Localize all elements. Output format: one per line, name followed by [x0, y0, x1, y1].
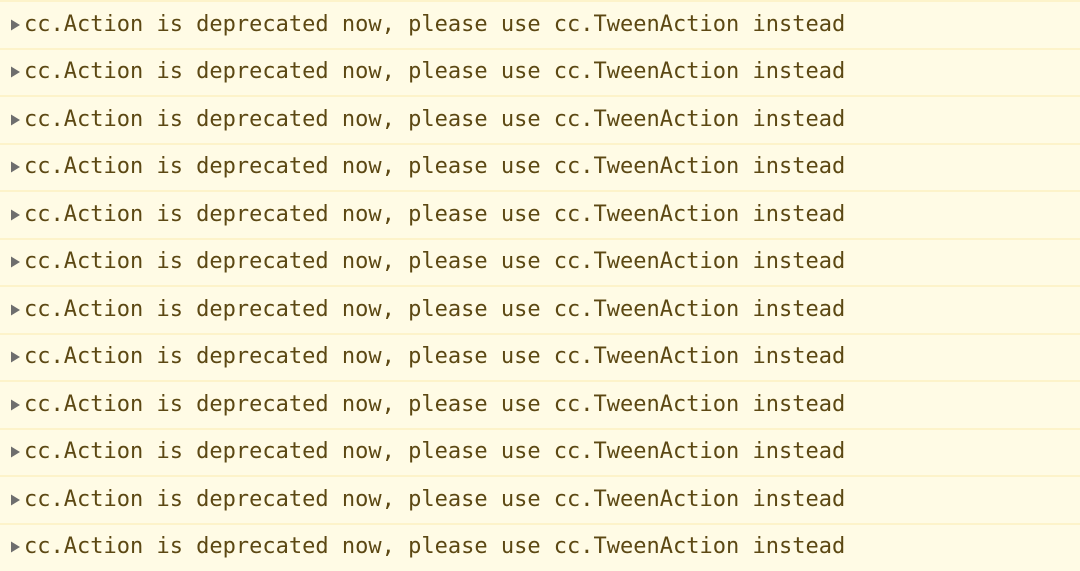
triangle-right-icon[interactable]	[8, 63, 22, 81]
console-warning-message: cc.Action is deprecated now, please use …	[24, 106, 846, 132]
console-warning-row[interactable]: cc.Action is deprecated now, please use …	[0, 285, 1080, 333]
triangle-right-icon[interactable]	[8, 396, 22, 414]
console-warning-row[interactable]: cc.Action is deprecated now, please use …	[0, 95, 1080, 143]
console-warning-row[interactable]: cc.Action is deprecated now, please use …	[0, 47, 1080, 95]
triangle-right-icon[interactable]	[8, 301, 22, 319]
triangle-right-icon[interactable]	[8, 16, 22, 34]
console-warning-message: cc.Action is deprecated now, please use …	[24, 534, 846, 560]
console-warning-row[interactable]: cc.Action is deprecated now, please use …	[0, 142, 1080, 190]
console-warning-message: cc.Action is deprecated now, please use …	[24, 249, 846, 275]
triangle-right-icon[interactable]	[8, 111, 22, 129]
triangle-right-icon[interactable]	[8, 443, 22, 461]
console-warning-row[interactable]: cc.Action is deprecated now, please use …	[0, 522, 1080, 570]
console-warning-message: cc.Action is deprecated now, please use …	[24, 59, 846, 85]
console-warning-message: cc.Action is deprecated now, please use …	[24, 11, 846, 37]
console-warning-message: cc.Action is deprecated now, please use …	[24, 201, 846, 227]
console-warning-row[interactable]: cc.Action is deprecated now, please use …	[0, 475, 1080, 523]
console-warning-message: cc.Action is deprecated now, please use …	[24, 439, 846, 465]
console-warning-row[interactable]: cc.Action is deprecated now, please use …	[0, 427, 1080, 475]
console-warning-message: cc.Action is deprecated now, please use …	[24, 391, 846, 417]
console-warning-row[interactable]: cc.Action is deprecated now, please use …	[0, 190, 1080, 238]
triangle-right-icon[interactable]	[8, 491, 22, 509]
console-warning-row[interactable]: cc.Action is deprecated now, please use …	[0, 237, 1080, 285]
console-warning-message: cc.Action is deprecated now, please use …	[24, 344, 846, 370]
console-warning-row[interactable]: cc.Action is deprecated now, please use …	[0, 380, 1080, 428]
triangle-right-icon[interactable]	[8, 206, 22, 224]
triangle-right-icon[interactable]	[8, 158, 22, 176]
console-warning-row[interactable]: cc.Action is deprecated now, please use …	[0, 0, 1080, 48]
triangle-right-icon[interactable]	[8, 348, 22, 366]
console-warning-row[interactable]: cc.Action is deprecated now, please use …	[0, 332, 1080, 380]
console-warning-message: cc.Action is deprecated now, please use …	[24, 296, 846, 322]
triangle-right-icon[interactable]	[8, 538, 22, 556]
console-warning-message: cc.Action is deprecated now, please use …	[24, 486, 846, 512]
console-message-list[interactable]: cc.Action is deprecated now, please use …	[0, 0, 1080, 571]
console-warning-message: cc.Action is deprecated now, please use …	[24, 154, 846, 180]
triangle-right-icon[interactable]	[8, 253, 22, 271]
